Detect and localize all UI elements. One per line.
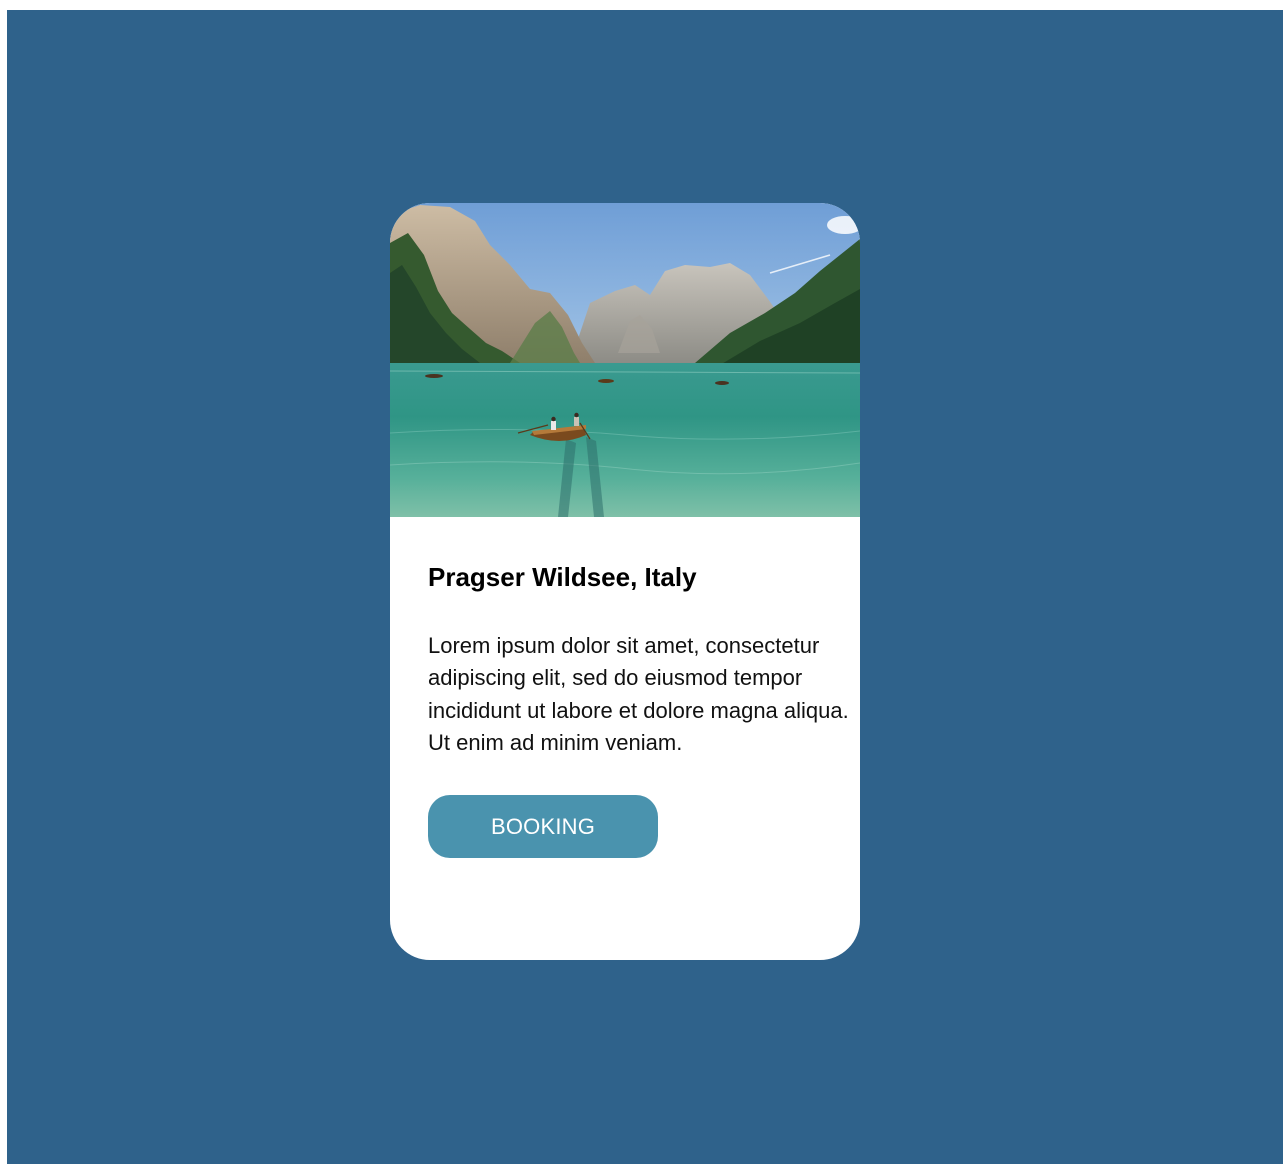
destination-card: Pragser Wildsee, Italy Lorem ipsum dolor… — [390, 203, 860, 960]
booking-button[interactable]: BOOKING — [428, 795, 658, 858]
lake-photo — [390, 203, 860, 517]
card-title: Pragser Wildsee, Italy — [428, 562, 697, 592]
card-description: Lorem ipsum dolor sit amet, consectetur … — [428, 633, 849, 756]
